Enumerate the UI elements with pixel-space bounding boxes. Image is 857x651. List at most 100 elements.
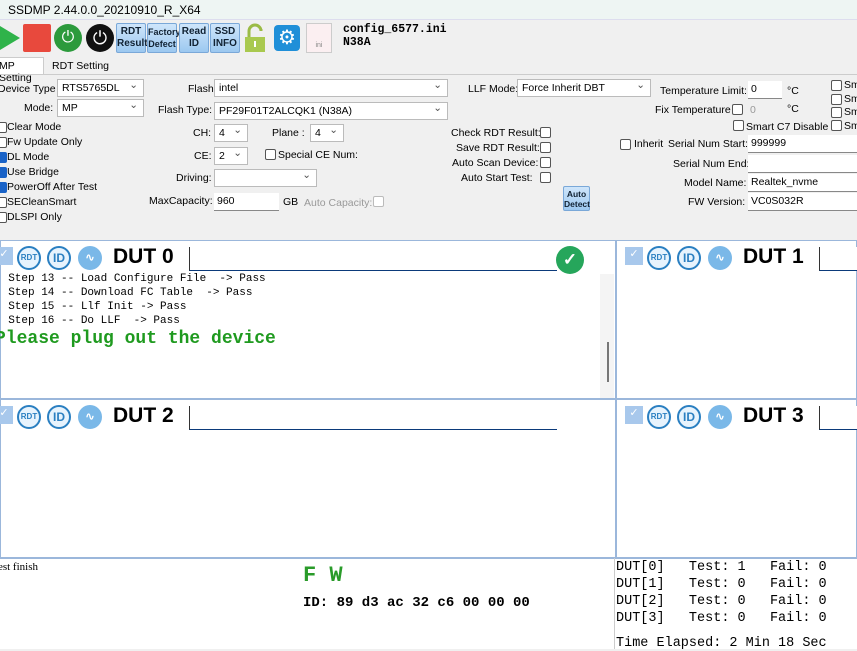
ce-select[interactable]: 2 [214, 147, 248, 165]
check-rdt-checkbox[interactable] [540, 127, 551, 138]
log-line: - Step 14 -- Download FC Table -> Pass [0, 287, 253, 299]
rdt-icon[interactable]: RDT [647, 246, 671, 270]
option-checkbox[interactable] [0, 182, 7, 193]
status-text: Test finish [0, 561, 38, 573]
tab-rdt-setting[interactable]: RDT Setting [52, 60, 109, 72]
flash-type-label: Flash Type: [158, 104, 213, 116]
option-checkbox[interactable] [0, 137, 7, 148]
waveform-icon[interactable]: ∿ [708, 246, 732, 270]
fail-count: Fail: 0 [769, 560, 827, 575]
waveform-icon[interactable]: ∿ [708, 405, 732, 429]
tab-mp-setting[interactable]: MP Setting [0, 57, 44, 84]
ssd-info-button[interactable]: SSD INFO [210, 23, 240, 53]
smart-c7-checkbox[interactable] [733, 120, 744, 131]
scrollbar-thumb[interactable] [607, 342, 609, 382]
flash-type-select[interactable]: PF29F01T2ALCQK1 (N38A) [214, 102, 448, 120]
fail-count: Fail: 0 [769, 594, 827, 609]
id-icon[interactable]: ID [47, 405, 71, 429]
special-ce-checkbox[interactable] [265, 149, 276, 160]
sm-checkbox-3[interactable] [831, 107, 842, 118]
id-icon[interactable]: ID [47, 246, 71, 270]
select-checkbox[interactable]: ✓ [0, 406, 13, 424]
option-checkbox[interactable] [0, 122, 7, 133]
save-rdt-checkbox[interactable] [540, 142, 551, 153]
dut-stat-row: DUT[2] Test: 0 Fail: 0 [616, 593, 827, 610]
option-checkbox[interactable] [0, 197, 7, 208]
read-id-button[interactable]: Read ID [179, 23, 209, 53]
fix-temp-input[interactable]: 0 [750, 104, 756, 116]
option-checkbox[interactable] [0, 167, 7, 178]
select-checkbox[interactable]: ✓ [0, 247, 13, 265]
auto-detect-button[interactable]: Auto Detect [563, 186, 590, 211]
title-bar: SSDMP 2.44.0.0_20210910_R_X64 [0, 0, 857, 20]
option-label: Clear Mode [7, 121, 62, 133]
max-capacity-input[interactable]: 960 [214, 193, 279, 211]
flash-select[interactable]: intel [214, 79, 448, 97]
log-line: - Step 13 -- Load Configure File -> Pass [0, 273, 266, 285]
sm-checkbox-1[interactable] [831, 80, 842, 91]
auto-start-checkbox[interactable] [540, 172, 551, 183]
id-icon[interactable]: ID [677, 405, 701, 429]
flash-id-text: ID: 89 d3 ac 32 c6 00 00 00 [303, 595, 530, 611]
rdt-icon[interactable]: RDT [17, 405, 41, 429]
dut-label: DUT 0 [113, 245, 174, 268]
model-name-input[interactable]: Realtek_nvme [748, 174, 857, 192]
waveform-icon[interactable]: ∿ [78, 405, 102, 429]
model-name-label: Model Name: [684, 177, 747, 189]
option-checkbox[interactable] [0, 152, 7, 163]
ch-select[interactable]: 4 [214, 124, 248, 142]
waveform-icon[interactable]: ∿ [78, 246, 102, 270]
dut-serial-field[interactable] [819, 247, 857, 271]
plane-select[interactable]: 4 [310, 124, 344, 142]
rdt-icon[interactable]: RDT [647, 405, 671, 429]
option-label: DLSPI Only [7, 211, 62, 223]
unlock-icon[interactable] [243, 23, 267, 53]
option-label: SECleanSmart [7, 196, 77, 208]
id-icon[interactable]: ID [677, 246, 701, 270]
log-scrollbar[interactable] [600, 274, 614, 398]
config-file-icon[interactable]: ini [306, 23, 332, 53]
factory-defect-button[interactable]: Factory Defect [147, 23, 181, 53]
auto-capacity-checkbox[interactable] [373, 196, 384, 207]
power-on-button[interactable]: ⏻ [54, 24, 82, 52]
dut-serial-field[interactable] [819, 406, 857, 430]
temp-limit-input[interactable]: 0 [748, 81, 782, 99]
fw-version-input[interactable]: VC0S032R [748, 193, 857, 211]
option-checkbox[interactable] [0, 212, 7, 223]
dut-serial-field[interactable] [189, 406, 557, 430]
start-button[interactable] [0, 24, 20, 52]
select-checkbox[interactable]: ✓ [625, 247, 643, 265]
settings-gear-button[interactable]: ⚙ [274, 25, 300, 51]
temp-limit-unit: °C [787, 85, 799, 97]
rdt-result-button[interactable]: RDT Result [116, 23, 148, 53]
option-label: Use Bridge [7, 166, 59, 178]
option-label: DL Mode [7, 151, 50, 163]
test-count: Test: 0 [688, 577, 746, 592]
sm-label-1: Sm [844, 79, 857, 91]
rdt-icon[interactable]: RDT [17, 246, 41, 270]
serial-end-label: Serial Num End: [673, 158, 750, 170]
fail-count: Fail: 0 [769, 577, 827, 592]
driving-select[interactable] [214, 169, 317, 187]
device-type-select[interactable]: RTS5765DL [57, 79, 144, 97]
file-icon-text: ini [315, 42, 323, 49]
auto-scan-checkbox[interactable] [540, 157, 551, 168]
mode-select[interactable]: MP [57, 99, 144, 117]
fix-temp-checkbox[interactable] [732, 104, 743, 115]
sm-checkbox-2[interactable] [831, 94, 842, 105]
dut-serial-field[interactable] [189, 247, 557, 271]
llf-mode-select[interactable]: Force Inherit DBT [517, 79, 651, 97]
dut-id: DUT[1] [616, 577, 665, 592]
inherit-checkbox[interactable] [620, 139, 631, 150]
ch-label: CH: [193, 127, 212, 139]
smart-c7-label: Smart C7 Disable [746, 121, 829, 133]
sm-label-4: Sm [844, 120, 857, 132]
stop-button[interactable] [23, 24, 51, 52]
gb-unit: GB [283, 196, 299, 208]
select-checkbox[interactable]: ✓ [625, 406, 643, 424]
serial-end-input[interactable] [748, 155, 857, 173]
power-off-button[interactable]: ⏻ [86, 24, 114, 52]
driving-label: Driving: [176, 172, 212, 184]
sm-checkbox-4[interactable] [831, 120, 842, 131]
serial-start-input[interactable]: 999999 [748, 135, 857, 153]
